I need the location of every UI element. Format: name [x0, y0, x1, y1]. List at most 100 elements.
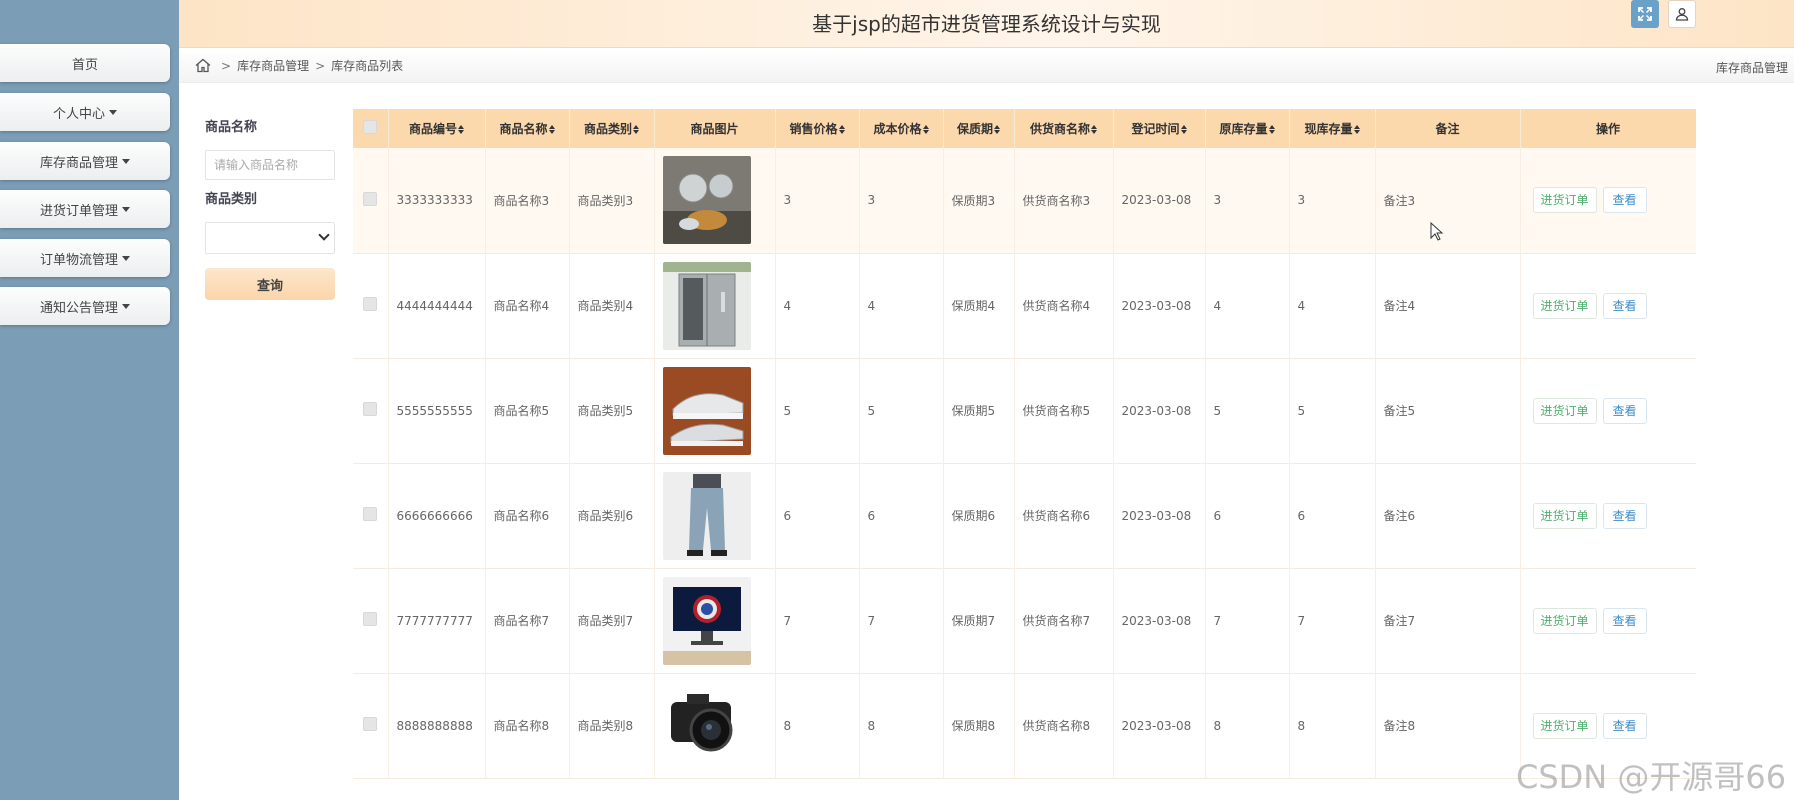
- product-image[interactable]: [662, 471, 751, 560]
- column-header-orig-stock[interactable]: 原库存量: [1205, 109, 1290, 148]
- cell-image: [654, 463, 776, 568]
- view-button[interactable]: 查看: [1602, 712, 1647, 739]
- view-button[interactable]: 查看: [1602, 607, 1647, 634]
- cell-date: 2023-03-08: [1113, 673, 1206, 778]
- column-header-date[interactable]: 登记时间: [1113, 109, 1206, 148]
- row-select-cell: [353, 253, 389, 358]
- breadcrumb-item[interactable]: 库存商品管理: [237, 57, 309, 74]
- sidebar-item-logistics[interactable]: 订单物流管理: [0, 239, 170, 277]
- column-header-category[interactable]: 商品类别: [569, 109, 655, 148]
- row-checkbox[interactable]: [363, 717, 378, 731]
- row-checkbox[interactable]: [363, 612, 378, 626]
- category-select[interactable]: [205, 222, 335, 254]
- purchase-order-button[interactable]: 进货订单: [1532, 502, 1597, 529]
- sidebar-item-purchase-orders[interactable]: 进货订单管理: [0, 190, 170, 228]
- sort-icon: [458, 124, 464, 135]
- table-row: 8888888888 商品名称8 商品类别8 8 8 保质期8 供货商名称8 2023-03-…: [353, 673, 1696, 778]
- column-header-name[interactable]: 商品名称: [485, 109, 570, 148]
- cell-sale-price: 3: [775, 148, 860, 253]
- purchase-order-button[interactable]: 进货订单: [1532, 187, 1597, 214]
- user-button[interactable]: [1668, 0, 1696, 28]
- purchase-order-button[interactable]: 进货订单: [1532, 292, 1597, 319]
- search-button[interactable]: 查询: [205, 268, 335, 300]
- name-search-input[interactable]: [205, 150, 335, 180]
- cell-orig-stock: 3: [1205, 148, 1290, 253]
- cell-shelf-life: 保质期7: [943, 568, 1015, 673]
- view-button[interactable]: 查看: [1602, 187, 1647, 214]
- cell-name: 商品名称8: [485, 673, 570, 778]
- caret-down-icon: [122, 255, 130, 261]
- view-button[interactable]: 查看: [1602, 397, 1647, 424]
- cell-actions: 进货订单 查看: [1520, 148, 1696, 253]
- row-checkbox[interactable]: [363, 191, 378, 206]
- sidebar-item-notices[interactable]: 通知公告管理: [0, 287, 170, 325]
- category-filter-label: 商品类别: [205, 192, 258, 207]
- purchase-order-button[interactable]: 进货订单: [1532, 607, 1597, 634]
- product-image[interactable]: [662, 261, 751, 350]
- purchase-order-button[interactable]: 进货订单: [1532, 397, 1597, 424]
- sidebar-item-home[interactable]: 首页: [0, 44, 170, 82]
- column-header-code[interactable]: 商品编号: [388, 109, 486, 148]
- sort-icon: [548, 124, 555, 135]
- cell-name: 商品名称6: [485, 463, 570, 568]
- cell-actions: 进货订单 查看: [1520, 358, 1696, 463]
- cell-note: 备注7: [1375, 568, 1521, 673]
- cell-code: 3333333333: [388, 148, 486, 253]
- column-header-curr-stock[interactable]: 现库存量: [1289, 109, 1376, 148]
- sort-icon: [1180, 124, 1187, 135]
- product-image[interactable]: [662, 366, 751, 455]
- sidebar-item-label: 进货订单管理: [39, 203, 118, 219]
- cell-orig-stock: 4: [1205, 253, 1290, 358]
- view-button[interactable]: 查看: [1602, 502, 1647, 529]
- page-location-label: 库存商品管理: [1715, 61, 1788, 75]
- row-checkbox[interactable]: [363, 297, 378, 311]
- cell-name: 商品名称4: [485, 253, 570, 358]
- view-button[interactable]: 查看: [1602, 292, 1647, 319]
- cell-category: 商品类别6: [569, 463, 655, 568]
- sidebar-item-inventory[interactable]: 库存商品管理: [0, 142, 170, 180]
- table-row: 6666666666 商品名称6 商品类别6 6 6 保质期6 供货商名称6 2023-03-…: [353, 463, 1696, 568]
- column-header-cost-price[interactable]: 成本价格: [859, 109, 944, 148]
- caret-down-icon: [109, 109, 117, 115]
- cell-image: [654, 253, 776, 358]
- cell-supplier: 供货商名称6: [1014, 463, 1114, 568]
- sort-icon: [838, 124, 845, 135]
- cell-orig-stock: 6: [1205, 463, 1290, 568]
- column-header-image: 商品图片: [654, 109, 776, 148]
- cell-sale-price: 7: [775, 568, 860, 673]
- column-header-supplier[interactable]: 供货商名称: [1014, 109, 1114, 148]
- cell-curr-stock: 3: [1289, 148, 1376, 253]
- row-checkbox[interactable]: [363, 507, 378, 521]
- cell-curr-stock: 4: [1289, 253, 1376, 358]
- cell-cost-price: 7: [859, 568, 944, 673]
- row-select-cell: [353, 673, 389, 778]
- fullscreen-button[interactable]: [1631, 0, 1659, 28]
- product-image[interactable]: [662, 681, 751, 770]
- app-title: 基于jsp的超市进货管理系统设计与实现: [812, 12, 1161, 36]
- select-all-cell: [353, 109, 389, 148]
- mouse-cursor-icon: [1430, 222, 1444, 241]
- product-image[interactable]: [662, 156, 751, 245]
- purchase-order-button[interactable]: 进货订单: [1532, 712, 1597, 739]
- column-header-sale-price[interactable]: 销售价格: [775, 109, 860, 148]
- cell-image: [654, 148, 776, 253]
- breadcrumb-separator: >: [315, 58, 326, 73]
- home-icon[interactable]: [195, 58, 211, 73]
- cell-cost-price: 5: [859, 358, 944, 463]
- cell-code: 6666666666: [388, 463, 486, 568]
- cell-supplier: 供货商名称4: [1014, 253, 1114, 358]
- cell-note: 备注6: [1375, 463, 1521, 568]
- cell-note: 备注3: [1375, 148, 1521, 253]
- sort-icon: [922, 124, 929, 135]
- row-checkbox[interactable]: [363, 402, 378, 416]
- cell-sale-price: 4: [775, 253, 860, 358]
- sidebar-item-personal-center[interactable]: 个人中心: [0, 93, 170, 131]
- cell-curr-stock: 6: [1289, 463, 1376, 568]
- cell-supplier: 供货商名称3: [1014, 148, 1114, 253]
- product-image[interactable]: [662, 576, 751, 665]
- column-header-shelf-life[interactable]: 保质期: [943, 109, 1015, 148]
- cell-sale-price: 5: [775, 358, 860, 463]
- cell-category: 商品类别7: [569, 568, 655, 673]
- select-all-checkbox[interactable]: [363, 120, 378, 134]
- sort-icon: [1268, 124, 1275, 135]
